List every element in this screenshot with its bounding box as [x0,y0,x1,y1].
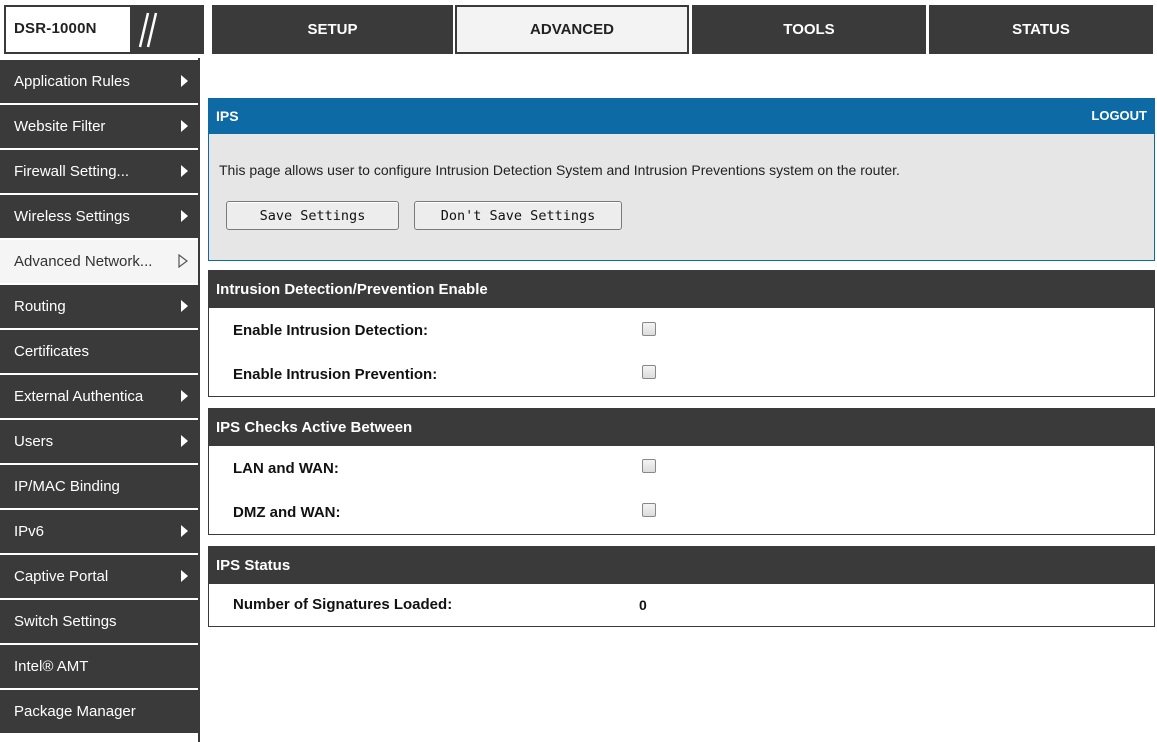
tab-setup[interactable]: SETUP [212,5,453,54]
enable-intrusion-detection-label: Enable Intrusion Detection: [233,322,429,339]
main-content: IPS LOGOUT This page allows user to conf… [206,58,1157,742]
section-header-ids-ips-enable: Intrusion Detection/Prevention Enable [208,270,1155,308]
intro-panel: This page allows user to configure Intru… [208,134,1155,261]
sidebar-item-label: Routing [14,298,66,315]
tab-tools[interactable]: TOOLS [692,5,926,54]
sidebar-item-ipv6[interactable]: IPv6 [0,510,198,553]
sidebar-item-label: IPv6 [14,523,45,540]
section-header-ips-status: IPS Status [208,546,1155,584]
sidebar-item-intel-amt[interactable]: Intel® AMT [0,645,198,688]
slashes-icon [138,12,158,48]
sidebar-item-label: Wireless Settings [14,208,130,225]
section-header-ips-checks: IPS Checks Active Between [208,408,1155,446]
page-description: This page allows user to configure Intru… [219,162,900,178]
sidebar-item-label: Switch Settings [14,613,117,630]
logo-text: DSR-1000N [14,20,97,37]
sidebar-item-users[interactable]: Users [0,420,198,463]
section-body-ips-checks: LAN and WAN: DMZ and WAN: [208,446,1155,535]
signatures-loaded-value: 0 [639,597,647,613]
page-header: IPS LOGOUT [208,98,1155,134]
sidebar-item-label: Users [14,433,54,450]
sidebar-item-switch-settings[interactable]: Switch Settings [0,600,198,643]
triangle-right-icon [181,300,188,312]
sidebar-item-firewall-settings[interactable]: Firewall Setting... [0,150,198,193]
logo: DSR-1000N [4,5,204,54]
sidebar-item-routing[interactable]: Routing [0,285,198,328]
sidebar: Application Rules Website Filter Firewal… [0,58,200,742]
sidebar-item-external-authentication[interactable]: External Authentica [0,375,198,418]
triangle-right-icon [181,570,188,582]
sidebar-item-advanced-network[interactable]: Advanced Network... [0,240,198,283]
sidebar-item-label: Certificates [14,343,90,360]
dont-save-settings-button[interactable]: Don't Save Settings [414,201,622,230]
lan-wan-label: LAN and WAN: [233,460,339,477]
section-body-ids-ips-enable: Enable Intrusion Detection: Enable Intru… [208,308,1155,397]
sidebar-item-label: Captive Portal [14,568,109,585]
logo-panel: DSR-1000N [6,7,130,52]
section-body-ips-status: Number of Signatures Loaded: 0 [208,584,1155,627]
sidebar-item-label: Package Manager [14,703,136,720]
signatures-loaded-label: Number of Signatures Loaded: [233,596,453,613]
sidebar-item-label: External Authentica [14,388,144,405]
sidebar-item-label: IP/MAC Binding [14,478,120,495]
lan-wan-checkbox[interactable] [642,459,656,473]
sidebar-item-wireless-settings[interactable]: Wireless Settings [0,195,198,238]
tab-advanced[interactable]: ADVANCED [455,5,689,54]
sidebar-item-label: Firewall Setting... [14,163,130,180]
dmz-wan-checkbox[interactable] [642,503,656,517]
sidebar-item-package-manager[interactable]: Package Manager [0,690,198,733]
top-navigation-bar: DSR-1000N SETUP ADVANCED TOOLS STATUS [0,0,1157,58]
dmz-wan-label: DMZ and WAN: [233,504,341,521]
triangle-right-icon [181,120,188,132]
tab-status[interactable]: STATUS [929,5,1153,54]
sidebar-item-label: Website Filter [14,118,106,135]
page-title: IPS [216,108,239,124]
save-settings-button[interactable]: Save Settings [226,201,399,230]
sidebar-item-application-rules[interactable]: Application Rules [0,60,198,103]
triangle-right-icon [181,75,188,87]
triangle-right-icon [181,165,188,177]
sidebar-item-captive-portal[interactable]: Captive Portal [0,555,198,598]
sidebar-item-label: Application Rules [14,73,130,90]
enable-intrusion-prevention-label: Enable Intrusion Prevention: [233,366,438,383]
sidebar-item-label: Intel® AMT [14,658,89,675]
triangle-right-outline-icon [178,254,188,268]
sidebar-item-website-filter[interactable]: Website Filter [0,105,198,148]
triangle-right-icon [181,210,188,222]
enable-intrusion-prevention-checkbox[interactable] [642,365,656,379]
triangle-right-icon [181,435,188,447]
sidebar-item-certificates[interactable]: Certificates [0,330,198,373]
logout-link[interactable]: LOGOUT [1091,108,1147,123]
triangle-right-icon [181,525,188,537]
triangle-right-icon [181,390,188,402]
enable-intrusion-detection-checkbox[interactable] [642,322,656,336]
sidebar-item-ip-mac-binding[interactable]: IP/MAC Binding [0,465,198,508]
sidebar-item-label: Advanced Network... [14,253,153,270]
